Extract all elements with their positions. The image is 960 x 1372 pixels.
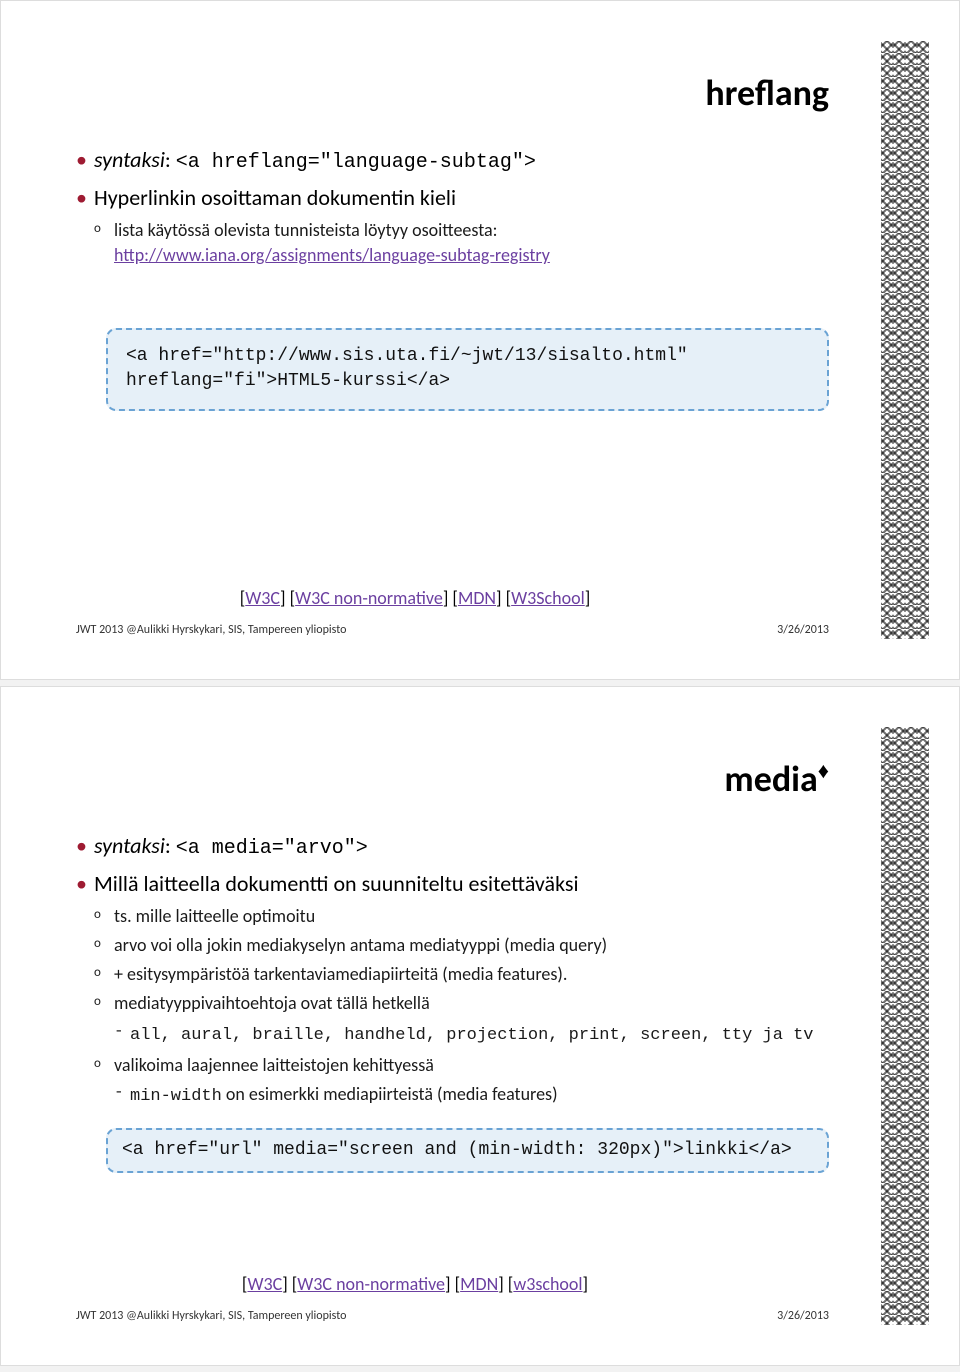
sub2-list: min-width on esimerkki mediapiirteistä (…: [114, 1080, 829, 1110]
bullet-description: Millä laitteella dokumentti on suunnitel…: [76, 869, 829, 1110]
footer-date: 3/26/2013: [777, 623, 829, 637]
title-diamond-icon: ♦: [818, 757, 829, 784]
sub-list: lista käytössä olevista tunnisteista löy…: [94, 218, 829, 268]
ref-mdn[interactable]: MDN: [460, 1273, 498, 1295]
sub-item: ts. mille laitteelle optimoitu: [94, 904, 829, 929]
slide-footer: JWT 2013 @Aulikki Hyrskykari, SIS, Tampe…: [76, 1309, 829, 1323]
sub-list: ts. mille laitteelle optimoitu arvo voi …: [94, 904, 829, 1110]
syntax-label: syntaksi: [94, 832, 165, 859]
sub-item: valikoima laajennee laitteistojen kehitt…: [94, 1053, 829, 1110]
sub-item: mediatyyppivaihtoehtoja ovat tällä hetke…: [94, 991, 829, 1048]
sub2-list: all, aural, braille, handheld, projectio…: [114, 1019, 829, 1049]
ref-w3school[interactable]: w3school: [513, 1273, 582, 1295]
ref-w3c[interactable]: W3C: [247, 1273, 282, 1295]
sub-item: arvo voi olla jokin mediakyselyn antama …: [94, 933, 829, 958]
ref-mdn[interactable]: MDN: [458, 587, 496, 609]
slide-media: media♦ syntaksi: <a media="arvo"> Millä …: [0, 686, 960, 1366]
reference-links: [W3C] [W3C non-normative] [MDN] [w3schoo…: [1, 1273, 829, 1295]
slide-footer: JWT 2013 @Aulikki Hyrskykari, SIS, Tampe…: [76, 623, 829, 637]
bullet-syntax: syntaksi: <a media="arvo">: [76, 831, 829, 863]
ref-w3c-nonnorm[interactable]: W3C non-normative: [295, 587, 443, 609]
bullet-description: Hyperlinkin osoittaman dokumentin kieli …: [76, 183, 829, 268]
reference-links: [W3C] [W3C non-normative] [MDN] [W3Schoo…: [1, 587, 829, 609]
footer-author: JWT 2013 @Aulikki Hyrskykari, SIS, Tampe…: [76, 1309, 346, 1323]
syntax-label: syntaksi: [94, 146, 165, 173]
ref-w3c[interactable]: W3C: [245, 587, 280, 609]
code-example: <a href="http://www.sis.uta.fi/~jwt/13/s…: [106, 328, 829, 410]
ref-w3school[interactable]: W3School: [511, 587, 585, 609]
ref-w3c-nonnorm[interactable]: W3C non-normative: [297, 1273, 445, 1295]
slide-decoration: [881, 41, 929, 639]
bullet-list: syntaksi: <a media="arvo"> Millä laittee…: [76, 831, 829, 1110]
code-example: <a href="url" media="screen and (min-wid…: [106, 1128, 829, 1173]
syntax-code: <a hreflang="language-subtag">: [176, 151, 536, 174]
footer-author: JWT 2013 @Aulikki Hyrskykari, SIS, Tampe…: [76, 623, 346, 637]
slide-title: hreflang: [76, 1, 829, 145]
bullet-syntax: syntaksi: <a hreflang="language-subtag">: [76, 145, 829, 177]
bullet-list: syntaksi: <a hreflang="language-subtag">…: [76, 145, 829, 268]
footer-date: 3/26/2013: [777, 1309, 829, 1323]
sub-item: + esitysympäristöä tarkentaviamediapiirt…: [94, 962, 829, 987]
sub-item: lista käytössä olevista tunnisteista löy…: [94, 218, 829, 268]
syntax-code: <a media="arvo">: [176, 837, 368, 860]
iana-link[interactable]: http://www.iana.org/assignments/language…: [114, 244, 550, 266]
slide-decoration: [881, 727, 929, 1325]
sub2-item: min-width on esimerkki mediapiirteistä (…: [114, 1080, 829, 1110]
slide-title: media♦: [76, 687, 829, 831]
slide-hreflang: hreflang syntaksi: <a hreflang="language…: [0, 0, 960, 680]
sub2-item: all, aural, braille, handheld, projectio…: [114, 1019, 829, 1049]
